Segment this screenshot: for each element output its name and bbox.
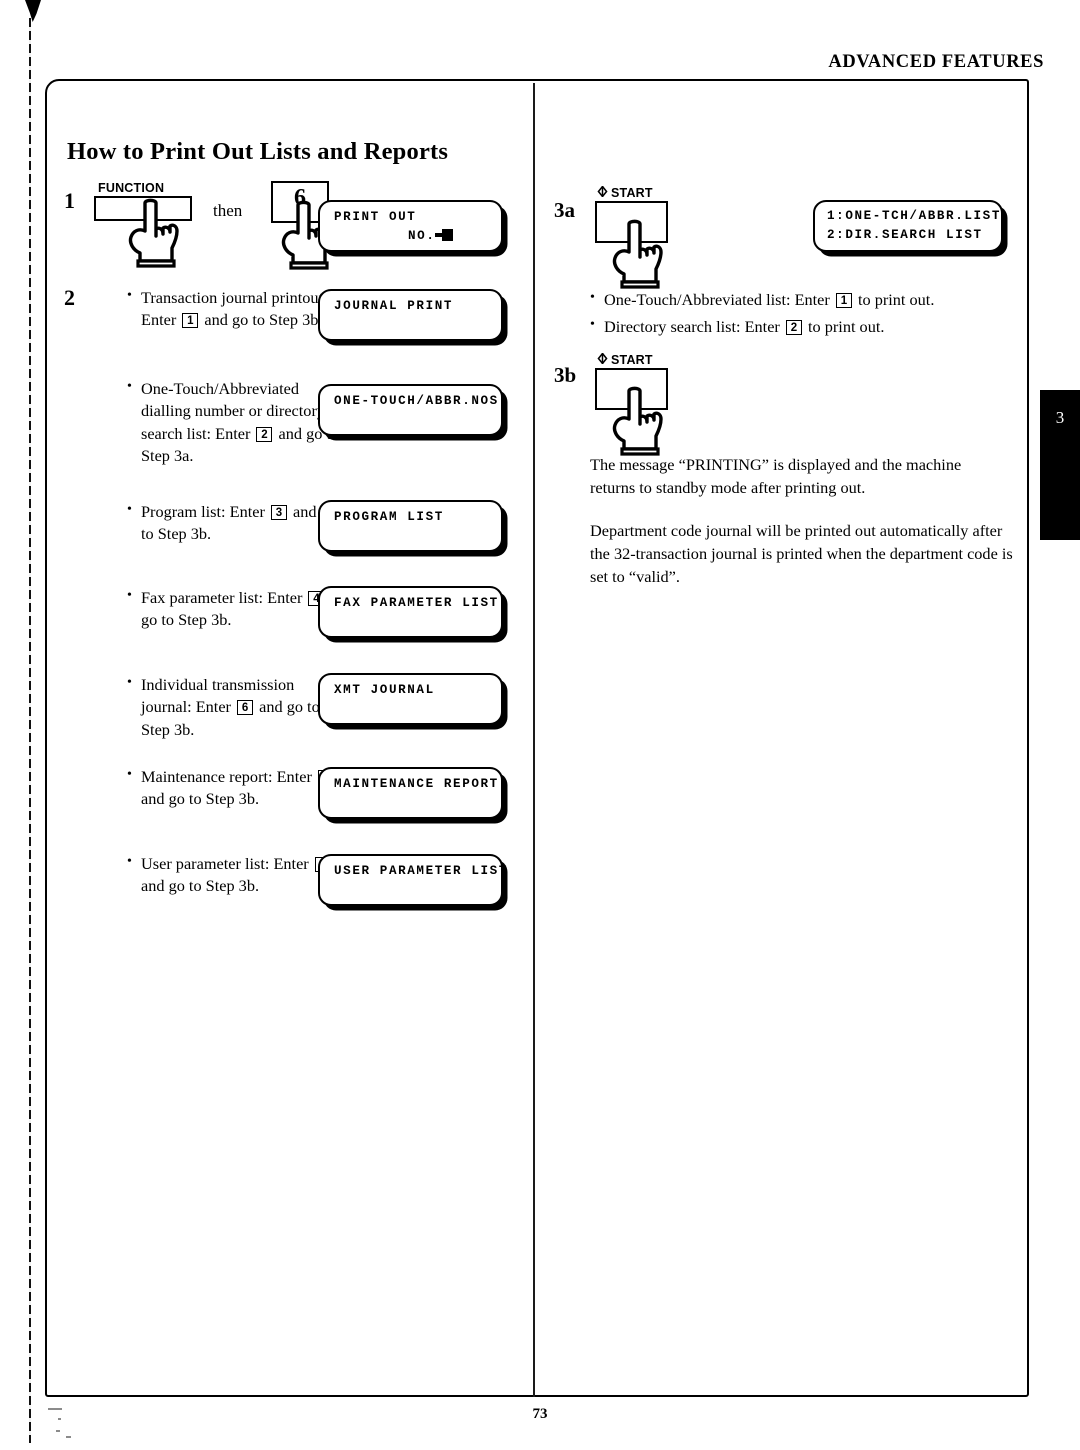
lcd-display-program-list: PROGRAM LIST (318, 500, 503, 552)
lcd-display-one-touch-abbr-nos: ONE-TOUCH/ABBR.NOS. (318, 384, 506, 436)
step3b-paragraph-1: The message “PRINTING” is displayed and … (590, 455, 962, 498)
left-column: How to Print Out Lists and Reports 1 FUN… (47, 81, 533, 1395)
lcd-line-2-text: NO. (408, 229, 436, 243)
item-text-post: to print out. (853, 290, 935, 309)
step3b-paragraph-2: Department code journal will be printed … (590, 521, 1013, 587)
item-text-pre: User parameter list: Enter (141, 854, 313, 873)
lcd-display-maintenance-report: MAINTENANCE REPORT (318, 767, 503, 819)
chapter-tab-number: 3 (1055, 408, 1065, 427)
step2-item-1-text: One-Touch/Abbreviated dialling number or… (127, 377, 349, 467)
list-item: Individual transmission journal: Enter 6… (127, 673, 345, 741)
lcd-display-xmt-journal: XMT JOURNAL (318, 673, 503, 725)
step2-item-2-text: Program list: Enter 3 and go to Step 3b. (127, 500, 349, 546)
item-text-post: to print out. (803, 317, 885, 337)
lcd-display-list-choice: 1:ONE-TCH/ABBR.LIST 2:DIR.SEARCH LIST (813, 200, 1003, 252)
right-column: 3a START 1:ONE-TCH/ABBR.LIST 2:DIR.SEARC… (535, 81, 1031, 1395)
item-text-pre: One-Touch/Abbreviated list: Enter (604, 290, 834, 309)
lcd-line-1: MAINTENANCE REPORT (334, 777, 499, 791)
item-text-pre: Fax parameter list: Enter (141, 588, 307, 607)
start-symbol-icon (597, 353, 608, 364)
key-glyph-1: 1 (182, 313, 199, 329)
page-content-frame: How to Print Out Lists and Reports 1 FUN… (45, 79, 1029, 1397)
step2-item-4-text: Individual transmission journal: Enter 6… (127, 673, 345, 741)
item-text-pre: Directory search list: Enter (604, 317, 784, 337)
lcd-arrow-icon (435, 233, 443, 237)
item-text-post: and go to Step 3b. (141, 789, 260, 809)
step3a-bullets: One-Touch/Abbreviated list: Enter 1 to p… (590, 288, 1010, 339)
step-3a-number: 3a (554, 198, 575, 222)
lcd-display-user-parameter-list: USER PARAMETER LIST (318, 854, 506, 906)
lcd-line-1: ONE-TOUCH/ABBR.NOS. (334, 394, 508, 408)
item-text-pre: Maintenance report: Enter (141, 767, 316, 786)
scan-speck (66, 1436, 71, 1438)
then-label: then (213, 201, 243, 220)
key-glyph-2: 2 (785, 320, 802, 336)
scan-speck (56, 1430, 60, 1432)
item-text-post: and go to Step 3b. (200, 310, 323, 330)
key-glyph-2: 2 (256, 426, 273, 442)
list-item: One-Touch/Abbreviated list: Enter 1 to p… (590, 288, 1010, 311)
start-key-caption: START (611, 353, 653, 367)
lcd-display-fax-parameter-list: FAX PARAMETER LIST (318, 586, 503, 638)
pointing-hand-icon (612, 386, 663, 456)
step2-item-0-text: Transaction journal printout: Enter 1 an… (127, 286, 339, 332)
pointing-hand-icon (612, 219, 663, 289)
key-glyph-6: 6 (237, 700, 254, 716)
pointing-hand-icon (128, 198, 179, 268)
page-title: How to Print Out Lists and Reports (67, 138, 449, 165)
scan-edge-mark (25, 0, 41, 22)
list-item: Transaction journal printout: Enter 1 an… (127, 286, 339, 332)
step-1-number: 1 (64, 188, 75, 213)
lcd-line-1: PRINT OUT (334, 210, 417, 224)
step-3b-number: 3b (554, 363, 577, 387)
step-2-number: 2 (64, 285, 75, 310)
scan-edge-line (29, 18, 31, 1443)
lcd-line-1: XMT JOURNAL (334, 683, 435, 697)
lcd-line-1: JOURNAL PRINT (334, 299, 454, 313)
lcd-line-1: 1:ONE-TCH/ABBR.LIST (827, 209, 1001, 223)
list-item: One-Touch/Abbreviated dialling number or… (127, 377, 349, 467)
item-text-post: and go to Step 3b. (141, 876, 260, 896)
start-symbol-icon (597, 186, 608, 197)
key-glyph-1: 1 (835, 293, 852, 308)
item-text-pre: Program list: Enter (141, 502, 269, 521)
key-glyph-3: 3 (270, 505, 287, 520)
lcd-display-print-out: PRINT OUT NO. (318, 200, 503, 252)
lcd-line-1: PROGRAM LIST (334, 510, 444, 524)
lcd-cursor-block (442, 229, 454, 241)
start-key-caption: START (611, 186, 653, 200)
lcd-line-1: FAX PARAMETER LIST (334, 596, 499, 610)
lcd-line-1: USER PARAMETER LIST (334, 864, 508, 878)
page-number: 73 (532, 1406, 548, 1422)
lcd-display-journal-print: JOURNAL PRINT (318, 289, 503, 341)
function-key-caption: FUNCTION (98, 181, 165, 195)
chapter-tab-marker: 3 (1040, 390, 1080, 540)
list-item: Directory search list: Enter 2 to print … (590, 315, 1010, 338)
lcd-line-2: 2:DIR.SEARCH LIST (827, 228, 983, 242)
lcd-line-2: NO. (408, 229, 454, 243)
page-header-section-title: ADVANCED FEATURES (828, 52, 1044, 72)
list-item: Program list: Enter 3 and go to Step 3b. (127, 500, 349, 546)
